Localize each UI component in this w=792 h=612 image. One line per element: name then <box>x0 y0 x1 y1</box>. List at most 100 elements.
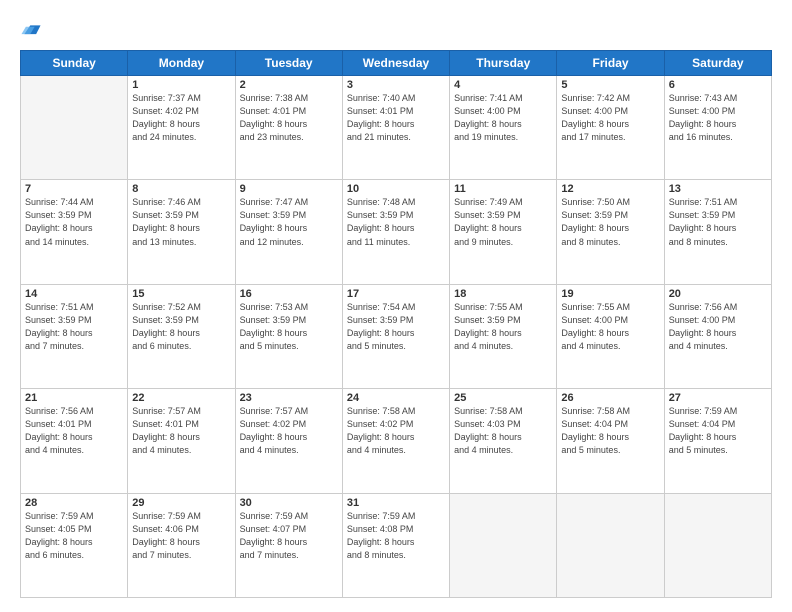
day-number: 15 <box>132 288 230 300</box>
day-number: 26 <box>561 392 659 404</box>
day-info: Sunrise: 7:40 AMSunset: 4:01 PMDaylight:… <box>347 92 445 144</box>
calendar-cell <box>557 493 664 597</box>
day-info: Sunrise: 7:51 AMSunset: 3:59 PMDaylight:… <box>25 301 123 353</box>
calendar-cell: 21Sunrise: 7:56 AMSunset: 4:01 PMDayligh… <box>21 389 128 493</box>
calendar-cell: 29Sunrise: 7:59 AMSunset: 4:06 PMDayligh… <box>128 493 235 597</box>
calendar-cell <box>450 493 557 597</box>
day-number: 17 <box>347 288 445 300</box>
day-number: 16 <box>240 288 338 300</box>
day-number: 4 <box>454 79 552 91</box>
calendar-cell: 28Sunrise: 7:59 AMSunset: 4:05 PMDayligh… <box>21 493 128 597</box>
day-number: 28 <box>25 497 123 509</box>
calendar-cell: 25Sunrise: 7:58 AMSunset: 4:03 PMDayligh… <box>450 389 557 493</box>
day-number: 29 <box>132 497 230 509</box>
calendar-cell: 7Sunrise: 7:44 AMSunset: 3:59 PMDaylight… <box>21 180 128 284</box>
day-info: Sunrise: 7:57 AMSunset: 4:01 PMDaylight:… <box>132 405 230 457</box>
calendar-week-row: 1Sunrise: 7:37 AMSunset: 4:02 PMDaylight… <box>21 76 772 180</box>
day-info: Sunrise: 7:59 AMSunset: 4:05 PMDaylight:… <box>25 510 123 562</box>
day-info: Sunrise: 7:55 AMSunset: 4:00 PMDaylight:… <box>561 301 659 353</box>
calendar-week-row: 7Sunrise: 7:44 AMSunset: 3:59 PMDaylight… <box>21 180 772 284</box>
day-info: Sunrise: 7:59 AMSunset: 4:06 PMDaylight:… <box>132 510 230 562</box>
day-number: 3 <box>347 79 445 91</box>
calendar-cell: 26Sunrise: 7:58 AMSunset: 4:04 PMDayligh… <box>557 389 664 493</box>
day-number: 24 <box>347 392 445 404</box>
day-number: 18 <box>454 288 552 300</box>
day-info: Sunrise: 7:49 AMSunset: 3:59 PMDaylight:… <box>454 196 552 248</box>
day-number: 11 <box>454 183 552 195</box>
calendar-cell <box>664 493 771 597</box>
day-info: Sunrise: 7:52 AMSunset: 3:59 PMDaylight:… <box>132 301 230 353</box>
calendar-cell: 10Sunrise: 7:48 AMSunset: 3:59 PMDayligh… <box>342 180 449 284</box>
calendar-cell: 16Sunrise: 7:53 AMSunset: 3:59 PMDayligh… <box>235 284 342 388</box>
calendar-cell: 31Sunrise: 7:59 AMSunset: 4:08 PMDayligh… <box>342 493 449 597</box>
day-info: Sunrise: 7:50 AMSunset: 3:59 PMDaylight:… <box>561 196 659 248</box>
calendar-header-sunday: Sunday <box>21 51 128 76</box>
day-number: 23 <box>240 392 338 404</box>
day-info: Sunrise: 7:42 AMSunset: 4:00 PMDaylight:… <box>561 92 659 144</box>
day-number: 31 <box>347 497 445 509</box>
calendar-cell: 13Sunrise: 7:51 AMSunset: 3:59 PMDayligh… <box>664 180 771 284</box>
calendar-cell: 5Sunrise: 7:42 AMSunset: 4:00 PMDaylight… <box>557 76 664 180</box>
logo <box>20 18 46 40</box>
calendar-week-row: 28Sunrise: 7:59 AMSunset: 4:05 PMDayligh… <box>21 493 772 597</box>
day-info: Sunrise: 7:54 AMSunset: 3:59 PMDaylight:… <box>347 301 445 353</box>
day-info: Sunrise: 7:37 AMSunset: 4:02 PMDaylight:… <box>132 92 230 144</box>
day-number: 27 <box>669 392 767 404</box>
day-info: Sunrise: 7:57 AMSunset: 4:02 PMDaylight:… <box>240 405 338 457</box>
calendar-cell: 1Sunrise: 7:37 AMSunset: 4:02 PMDaylight… <box>128 76 235 180</box>
calendar-cell: 6Sunrise: 7:43 AMSunset: 4:00 PMDaylight… <box>664 76 771 180</box>
day-info: Sunrise: 7:51 AMSunset: 3:59 PMDaylight:… <box>669 196 767 248</box>
calendar-cell: 8Sunrise: 7:46 AMSunset: 3:59 PMDaylight… <box>128 180 235 284</box>
page: SundayMondayTuesdayWednesdayThursdayFrid… <box>0 0 792 612</box>
logo-icon <box>20 18 42 40</box>
calendar-cell: 2Sunrise: 7:38 AMSunset: 4:01 PMDaylight… <box>235 76 342 180</box>
day-number: 9 <box>240 183 338 195</box>
day-info: Sunrise: 7:58 AMSunset: 4:03 PMDaylight:… <box>454 405 552 457</box>
calendar-cell: 11Sunrise: 7:49 AMSunset: 3:59 PMDayligh… <box>450 180 557 284</box>
calendar-cell: 15Sunrise: 7:52 AMSunset: 3:59 PMDayligh… <box>128 284 235 388</box>
calendar-header-thursday: Thursday <box>450 51 557 76</box>
day-info: Sunrise: 7:55 AMSunset: 3:59 PMDaylight:… <box>454 301 552 353</box>
day-info: Sunrise: 7:38 AMSunset: 4:01 PMDaylight:… <box>240 92 338 144</box>
calendar-cell: 24Sunrise: 7:58 AMSunset: 4:02 PMDayligh… <box>342 389 449 493</box>
day-number: 5 <box>561 79 659 91</box>
day-info: Sunrise: 7:46 AMSunset: 3:59 PMDaylight:… <box>132 196 230 248</box>
day-number: 6 <box>669 79 767 91</box>
day-number: 2 <box>240 79 338 91</box>
calendar-header-friday: Friday <box>557 51 664 76</box>
day-info: Sunrise: 7:47 AMSunset: 3:59 PMDaylight:… <box>240 196 338 248</box>
day-number: 19 <box>561 288 659 300</box>
day-number: 1 <box>132 79 230 91</box>
calendar-header-saturday: Saturday <box>664 51 771 76</box>
calendar-cell: 20Sunrise: 7:56 AMSunset: 4:00 PMDayligh… <box>664 284 771 388</box>
calendar-cell: 27Sunrise: 7:59 AMSunset: 4:04 PMDayligh… <box>664 389 771 493</box>
day-info: Sunrise: 7:48 AMSunset: 3:59 PMDaylight:… <box>347 196 445 248</box>
day-number: 22 <box>132 392 230 404</box>
calendar-cell: 3Sunrise: 7:40 AMSunset: 4:01 PMDaylight… <box>342 76 449 180</box>
calendar-cell <box>21 76 128 180</box>
calendar-header-tuesday: Tuesday <box>235 51 342 76</box>
day-info: Sunrise: 7:43 AMSunset: 4:00 PMDaylight:… <box>669 92 767 144</box>
day-number: 13 <box>669 183 767 195</box>
day-info: Sunrise: 7:59 AMSunset: 4:08 PMDaylight:… <box>347 510 445 562</box>
calendar-cell: 18Sunrise: 7:55 AMSunset: 3:59 PMDayligh… <box>450 284 557 388</box>
day-info: Sunrise: 7:41 AMSunset: 4:00 PMDaylight:… <box>454 92 552 144</box>
day-number: 21 <box>25 392 123 404</box>
day-number: 25 <box>454 392 552 404</box>
day-info: Sunrise: 7:59 AMSunset: 4:07 PMDaylight:… <box>240 510 338 562</box>
calendar-cell: 12Sunrise: 7:50 AMSunset: 3:59 PMDayligh… <box>557 180 664 284</box>
calendar-cell: 9Sunrise: 7:47 AMSunset: 3:59 PMDaylight… <box>235 180 342 284</box>
calendar-header-row: SundayMondayTuesdayWednesdayThursdayFrid… <box>21 51 772 76</box>
calendar-header-wednesday: Wednesday <box>342 51 449 76</box>
day-info: Sunrise: 7:59 AMSunset: 4:04 PMDaylight:… <box>669 405 767 457</box>
calendar-header-monday: Monday <box>128 51 235 76</box>
header <box>20 18 772 40</box>
calendar-cell: 17Sunrise: 7:54 AMSunset: 3:59 PMDayligh… <box>342 284 449 388</box>
calendar-week-row: 21Sunrise: 7:56 AMSunset: 4:01 PMDayligh… <box>21 389 772 493</box>
day-number: 14 <box>25 288 123 300</box>
calendar-cell: 14Sunrise: 7:51 AMSunset: 3:59 PMDayligh… <box>21 284 128 388</box>
calendar-cell: 19Sunrise: 7:55 AMSunset: 4:00 PMDayligh… <box>557 284 664 388</box>
day-info: Sunrise: 7:58 AMSunset: 4:02 PMDaylight:… <box>347 405 445 457</box>
day-info: Sunrise: 7:44 AMSunset: 3:59 PMDaylight:… <box>25 196 123 248</box>
calendar-week-row: 14Sunrise: 7:51 AMSunset: 3:59 PMDayligh… <box>21 284 772 388</box>
